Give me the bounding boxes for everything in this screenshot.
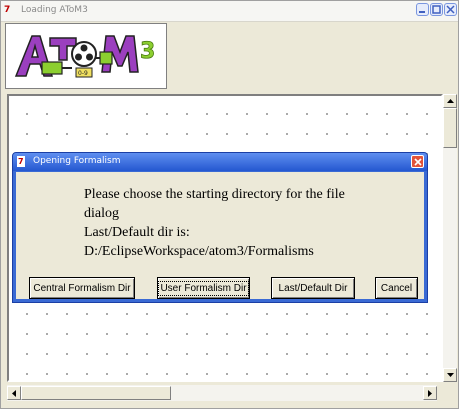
maximize-icon [432,5,441,14]
close-button[interactable] [444,3,457,16]
scroll-corner [443,385,457,401]
maximize-button[interactable] [430,3,443,16]
vertical-scrollbar[interactable] [443,94,457,382]
minimize-icon [419,11,425,13]
scroll-left-button[interactable] [7,386,21,400]
central-formalism-dir-label: Central Formalism Dir [33,282,131,294]
dialog-title: Opening Formalism [33,156,121,166]
vertical-scroll-thumb[interactable] [443,108,457,148]
scroll-down-button[interactable] [443,368,457,382]
central-formalism-dir-button[interactable]: Central Formalism Dir [29,277,135,299]
close-icon [414,158,422,166]
user-formalism-dir-button[interactable]: User Formalism Dir [157,277,250,299]
scroll-right-button[interactable] [423,386,437,400]
last-default-dir-label: Last/Default Dir [278,282,348,294]
opening-formalism-dialog: 7 Opening Formalism Please choose the st… [12,152,428,303]
arrow-up-icon [447,99,454,103]
svg-text:0-9: 0-9 [78,70,88,77]
last-default-dir-button[interactable]: Last/Default Dir [271,277,355,299]
horizontal-scroll-thumb[interactable] [21,386,171,400]
arrow-down-icon [447,373,454,377]
window-title: Loading AToM3 [21,5,88,15]
atom3-logo: 3 0-9 [5,23,167,89]
dialog-titlebar[interactable]: 7 Opening Formalism [13,153,427,171]
dialog-app-icon: 7 [17,156,25,167]
arrow-right-icon [428,390,432,397]
minimize-button[interactable] [416,3,429,16]
app-icon: 7 [4,5,11,15]
scroll-up-button[interactable] [443,94,457,108]
dialog-body: Please choose the starting directory for… [16,172,424,299]
arrow-left-icon [12,390,16,397]
atom3-logo-image: 3 0-9 [14,35,156,78]
dialog-message: Please choose the starting directory for… [84,187,345,259]
cancel-label: Cancel [380,282,413,294]
window-titlebar[interactable]: 7 Loading AToM3 [1,1,458,22]
dialog-close-button[interactable] [411,155,424,168]
cancel-button[interactable]: Cancel [375,277,418,299]
close-icon [446,5,455,14]
svg-text:3: 3 [140,39,155,64]
user-formalism-dir-label: User Formalism Dir [158,280,249,296]
horizontal-scrollbar[interactable] [7,385,437,401]
